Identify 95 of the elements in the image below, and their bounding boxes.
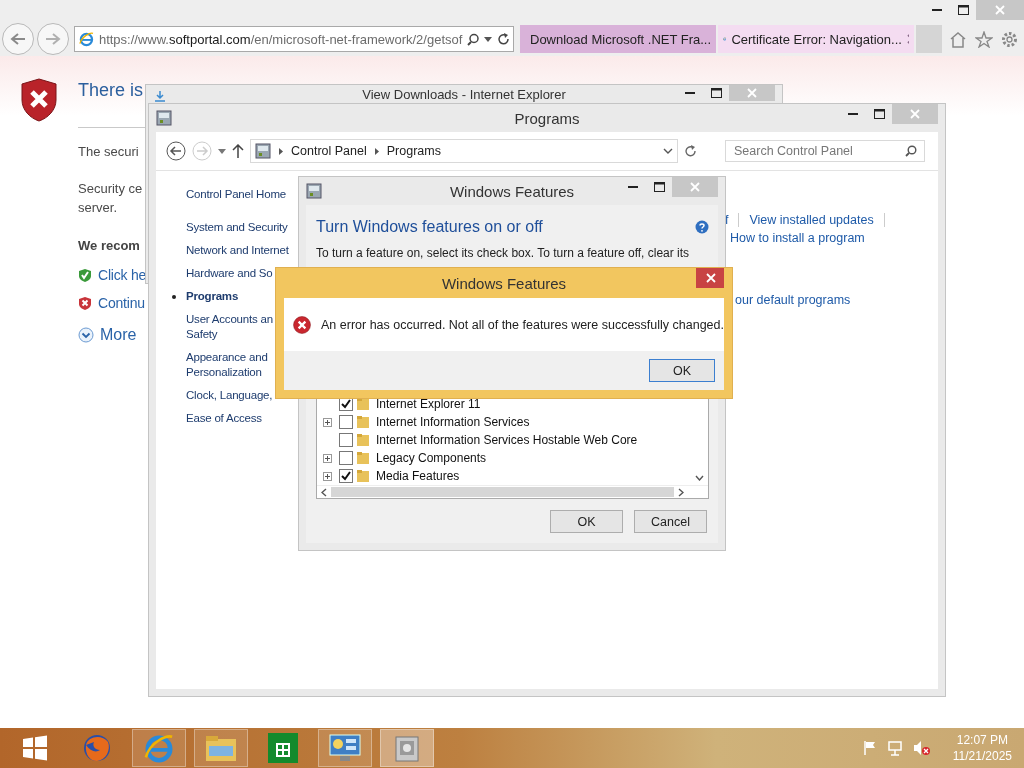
installer-box-icon[interactable]: [393, 733, 421, 763]
muted-speaker-icon[interactable]: [912, 740, 931, 756]
scroll-left-icon[interactable]: [321, 487, 327, 497]
nav-link[interactable]: Ease of Access: [186, 411, 262, 426]
expand-icon[interactable]: [323, 453, 332, 463]
feature-label: Internet Information Services Hostable Web Core: [376, 433, 638, 447]
cancel-button[interactable]: Cancel: [634, 510, 707, 533]
maximize-icon[interactable]: [873, 109, 885, 119]
maximize-icon[interactable]: [653, 182, 665, 192]
ok-button[interactable]: OK: [550, 510, 623, 533]
page-text: Security ce: [78, 180, 143, 198]
refresh-icon[interactable]: [684, 144, 697, 158]
feature-label: Internet Information Services: [376, 415, 530, 429]
minimize-icon[interactable]: [848, 112, 858, 116]
checkbox[interactable]: [339, 433, 353, 447]
browser-tab[interactable]: Certificate Error: Navigation...: [718, 25, 914, 53]
maximize-icon[interactable]: [957, 5, 969, 15]
caret-icon[interactable]: [218, 148, 226, 154]
taskbar-button[interactable]: [380, 729, 434, 767]
download-icon: [153, 89, 167, 102]
scrollbar-thumb[interactable]: [331, 487, 674, 497]
back-arrow-icon: [10, 32, 26, 46]
forward-arrow-icon: [45, 32, 61, 46]
error-shield-icon: [20, 78, 58, 122]
nav-link[interactable]: Hardware and So: [186, 266, 273, 281]
nav-link[interactable]: Clock, Language,: [186, 388, 273, 403]
window-title: Programs: [514, 110, 580, 127]
expand-circle-icon[interactable]: [78, 327, 94, 343]
scroll-down-icon[interactable]: [695, 475, 704, 481]
nav-link[interactable]: Network and Internet: [186, 243, 289, 258]
folder-icon: [356, 415, 370, 429]
caret-icon[interactable]: [484, 36, 492, 42]
nav-link[interactable]: Appearance and Personalization: [186, 350, 268, 380]
features-heading: Turn Windows features on or off: [316, 218, 543, 236]
page-text: The securi: [78, 143, 139, 161]
feature-label: Legacy Components: [376, 451, 487, 465]
nav-link[interactable]: User Accounts an Safety: [186, 312, 273, 342]
features-description: To turn a feature on, select its check box. To turn a feature off, clear its: [316, 246, 691, 260]
more-link[interactable]: More: [100, 326, 137, 344]
minimize-icon[interactable]: [685, 91, 695, 95]
folder-icon: [356, 451, 370, 465]
expand-icon[interactable]: [323, 471, 332, 481]
error-message: An error has occurred. Not all of the features were successfully changed.: [321, 317, 724, 332]
back-button[interactable]: [2, 23, 34, 55]
chevron-icon: [279, 147, 283, 155]
ok-button[interactable]: OK: [649, 359, 715, 382]
minimize-icon[interactable]: [628, 185, 638, 189]
refresh-icon[interactable]: [496, 32, 509, 46]
settings-icon[interactable]: [1001, 30, 1018, 48]
x-shield-icon: [78, 295, 92, 311]
option-link[interactable]: Continu: [98, 295, 145, 311]
option-link[interactable]: Click he: [98, 267, 147, 283]
task-link[interactable]: our default programs: [735, 293, 851, 307]
start-icon[interactable]: [22, 735, 48, 761]
task-link[interactable]: View installed updates: [749, 213, 874, 227]
window-title: View Downloads - Internet Explorer: [362, 87, 566, 102]
nav-link[interactable]: Control Panel Home: [186, 187, 286, 202]
close-button[interactable]: [696, 268, 724, 288]
search-icon[interactable]: [467, 32, 480, 46]
control-panel-icon: [156, 110, 172, 126]
up-arrow-icon[interactable]: [232, 144, 244, 158]
window-title: Windows Features: [449, 183, 575, 200]
monitor-icon[interactable]: [329, 734, 361, 762]
checkbox[interactable]: [339, 469, 353, 483]
breadcrumb-field[interactable]: Control Panel Programs: [250, 139, 678, 163]
expand-icon[interactable]: [323, 417, 332, 427]
dialog-title: Windows Features: [441, 275, 567, 292]
search-field[interactable]: Search Control Panel: [725, 140, 925, 162]
minimize-icon[interactable]: [932, 8, 942, 12]
home-icon[interactable]: [949, 30, 967, 48]
nav-link[interactable]: System and Security: [186, 220, 288, 235]
browser-tab[interactable]: Download Microsoft .NET Fra...: [520, 25, 716, 53]
feature-label: Media Features: [376, 469, 460, 483]
help-icon[interactable]: [695, 220, 709, 234]
checkbox[interactable]: [339, 451, 353, 465]
check-shield-icon: [78, 267, 92, 283]
chevron-down-icon[interactable]: [663, 148, 673, 154]
nav-link[interactable]: Programs: [172, 289, 239, 304]
page-text: server.: [78, 199, 117, 217]
control-panel-icon: [306, 183, 322, 199]
folder-icon: [356, 433, 370, 447]
recommendation-text: We recom: [78, 238, 140, 253]
maximize-icon[interactable]: [710, 88, 722, 98]
page-heading: There is: [78, 80, 144, 101]
checkbox[interactable]: [339, 415, 353, 429]
star-icon[interactable]: [975, 30, 993, 48]
task-link[interactable]: How to install a program: [730, 231, 865, 245]
folder-icon: [356, 469, 370, 483]
chevron-icon: [374, 147, 379, 155]
taskbar-button[interactable]: [318, 729, 372, 767]
address-field[interactable]: https://www.softportal.com/en/microsoft-net-framework/2/getsof: [74, 26, 514, 52]
feature-label: Internet Explorer 11: [376, 397, 481, 411]
store-icon[interactable]: [268, 733, 298, 763]
control-panel-icon: [255, 143, 271, 159]
scroll-right-icon[interactable]: [678, 487, 684, 497]
